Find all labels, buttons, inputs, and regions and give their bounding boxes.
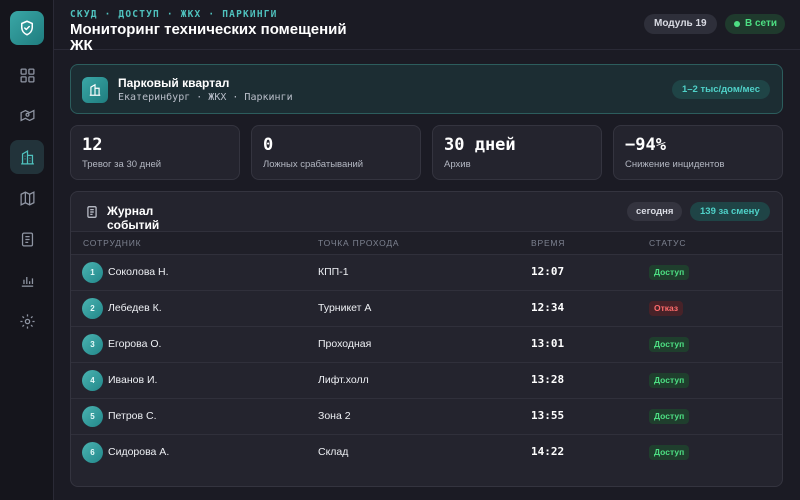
status-badge: Доступ <box>649 265 690 280</box>
sidebar-item-reports[interactable] <box>10 263 44 297</box>
table-row[interactable]: 3 Егорова О. Проходная 13:01 Доступ <box>71 327 782 363</box>
stat-card-archive: 30 дней Архив <box>432 125 602 180</box>
event-time: 13:55 <box>531 409 565 422</box>
table-row[interactable]: 5 Петров С. Зона 2 13:55 Доступ <box>71 399 782 435</box>
sidebar-item-documents[interactable] <box>10 222 44 256</box>
avatar: 6 <box>82 442 103 463</box>
event-time: 12:34 <box>531 301 565 314</box>
stat-label: Ложных срабатываний <box>263 159 364 170</box>
property-subtitle: Екатеринбург · ЖКХ · Паркинги <box>118 92 293 103</box>
stat-card-false-alarms: 0 Ложных срабатываний <box>251 125 421 180</box>
filter-today-button[interactable]: сегодня <box>627 202 683 221</box>
table-row[interactable]: 1 Соколова Н. КПП-1 12:07 Доступ <box>71 255 782 291</box>
dashboard-icon <box>19 67 35 83</box>
stat-value: 30 дней <box>444 135 516 155</box>
stat-label: Архив <box>444 159 471 170</box>
document-icon <box>87 206 97 218</box>
stat-value: 0 <box>263 135 274 155</box>
event-time: 13:28 <box>531 373 565 386</box>
shield-check-icon <box>21 20 33 36</box>
table-header: СОТРУДНИК ТОЧКА ПРОХОДА ВРЕМЯ СТАТУС <box>71 231 782 255</box>
column-header-point: ТОЧКА ПРОХОДА <box>318 238 400 248</box>
access-point: Турникет А <box>318 302 372 314</box>
status-badge: Доступ <box>649 409 690 424</box>
avatar: 4 <box>82 370 103 391</box>
building-icon <box>82 77 108 103</box>
document-icon <box>21 231 33 247</box>
sidebar-item-buildings[interactable] <box>10 140 44 174</box>
column-header-time: ВРЕМЯ <box>531 238 566 248</box>
employee-name: Соколова Н. <box>108 266 169 278</box>
column-header-status: СТАТУС <box>649 238 687 248</box>
stat-value: 12 <box>82 135 103 155</box>
online-dot-icon <box>734 21 740 27</box>
event-time: 12:07 <box>531 265 565 278</box>
sidebar-item-map[interactable] <box>10 181 44 215</box>
avatar: 2 <box>82 298 103 319</box>
building-icon <box>20 149 34 165</box>
stat-label: Тревог за 30 дней <box>82 159 162 170</box>
page-header: СКУД · ДОСТУП · ЖКХ · ПАРКИНГИ Мониторин… <box>54 0 800 54</box>
online-status-badge: В сети <box>725 14 786 34</box>
employee-name: Иванов И. <box>108 374 158 386</box>
avatar: 3 <box>82 334 103 355</box>
sidebar-item-settings[interactable] <box>10 304 44 338</box>
access-point: Зона 2 <box>318 410 351 422</box>
map-pin-icon <box>19 109 35 121</box>
property-banner: Парковый квартал Екатеринбург · ЖКХ · Па… <box>70 64 783 114</box>
stat-card-alarms: 12 Тревог за 30 дней <box>70 125 240 180</box>
sidebar-item-dashboard[interactable] <box>10 58 44 92</box>
sidebar-item-locations[interactable] <box>10 98 44 132</box>
status-badge: Доступ <box>649 445 690 460</box>
table-row[interactable]: 2 Лебедев К. Турникет А 12:34 Отказ <box>71 291 782 327</box>
access-point: Склад <box>318 446 349 458</box>
event-time: 13:01 <box>531 337 565 350</box>
employee-name: Лебедев К. <box>108 302 162 314</box>
property-title: Парковый квартал <box>118 76 230 90</box>
stat-label: Снижение инцидентов <box>625 159 725 170</box>
table-row[interactable]: 6 Сидорова А. Склад 14:22 Доступ <box>71 435 782 471</box>
access-point: Лифт.холл <box>318 374 369 386</box>
access-point: КПП-1 <box>318 266 349 278</box>
module-badge: Модуль 19 <box>644 14 717 34</box>
price-badge: 1–2 тыс/дом/мес <box>671 80 770 99</box>
column-header-employee: СОТРУДНИК <box>83 238 142 248</box>
avatar: 5 <box>82 406 103 427</box>
breadcrumb: СКУД · ДОСТУП · ЖКХ · ПАРКИНГИ <box>70 9 278 20</box>
sidebar <box>0 0 54 500</box>
stat-value: −94% <box>625 135 666 155</box>
gear-icon <box>19 313 35 329</box>
map-icon <box>19 190 35 206</box>
shift-count-badge: 139 за смену <box>690 202 770 221</box>
event-time: 14:22 <box>531 445 565 458</box>
stat-card-reduction: −94% Снижение инцидентов <box>613 125 783 180</box>
status-badge: Отказ <box>649 301 684 316</box>
online-status-label: В сети <box>745 18 778 29</box>
status-badge: Доступ <box>649 373 690 388</box>
logo[interactable] <box>10 11 44 45</box>
journal-title: Журнал событий <box>107 204 160 232</box>
event-journal: Журнал событий сегодня 139 за смену СОТР… <box>70 191 783 487</box>
chart-icon <box>21 276 33 287</box>
employee-name: Петров С. <box>108 410 157 422</box>
page-title: Мониторинг технических помещений ЖК <box>70 21 347 54</box>
employee-name: Сидорова А. <box>108 446 170 458</box>
table-row[interactable]: 4 Иванов И. Лифт.холл 13:28 Доступ <box>71 363 782 399</box>
status-badge: Доступ <box>649 337 690 352</box>
employee-name: Егорова О. <box>108 338 162 350</box>
access-point: Проходная <box>318 338 372 350</box>
avatar: 1 <box>82 262 103 283</box>
